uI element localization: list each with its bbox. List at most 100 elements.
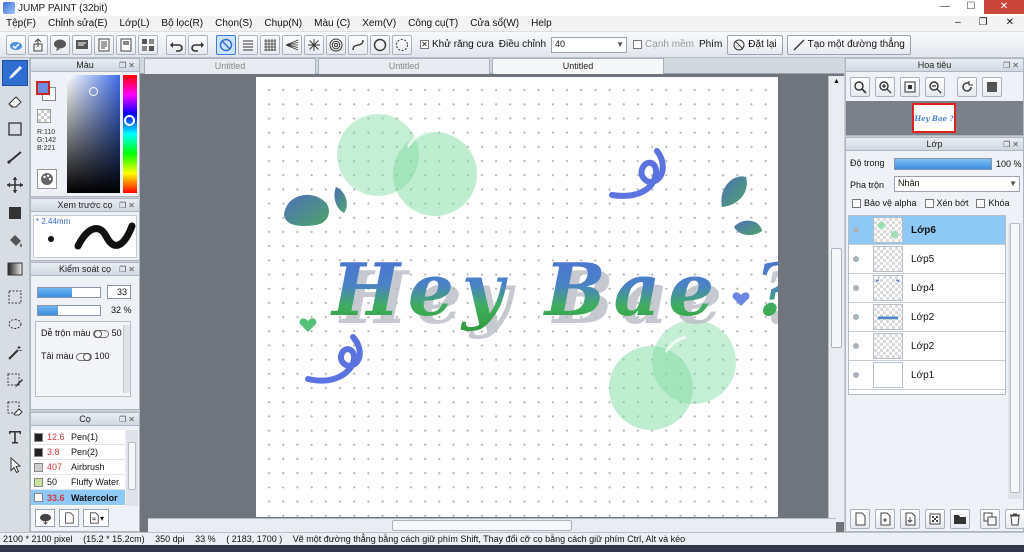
brush-menu-button[interactable]: ▾ <box>83 509 109 527</box>
select-pen-tool[interactable] <box>2 368 28 394</box>
select-rect-tool[interactable] <box>2 116 28 142</box>
layer-folder-button[interactable] <box>950 509 970 529</box>
flip-button[interactable] <box>982 77 1002 97</box>
lock-option[interactable]: Khóa <box>976 198 1010 209</box>
panel-controls-icon[interactable]: ❐✕ <box>119 200 137 212</box>
message-button[interactable] <box>72 34 92 55</box>
layer-list-scrollbar[interactable] <box>1008 223 1022 499</box>
zoom-in-button[interactable] <box>875 77 895 97</box>
delete-layer-button[interactable] <box>1005 509 1024 529</box>
eraser-tool[interactable] <box>2 88 28 114</box>
menu-edit[interactable]: Chỉnh sửa(E) <box>42 18 114 29</box>
brush-item-pen1[interactable]: 12.6 Pen(1) <box>31 430 125 445</box>
panel-controls-icon[interactable]: ❐✕ <box>119 414 137 426</box>
bucket-tool[interactable] <box>2 228 28 254</box>
canvas[interactable]: Hey Bae ? Hey Bae ? <box>256 77 778 517</box>
move-tool[interactable] <box>2 172 28 198</box>
panel-controls-icon[interactable]: ❐✕ <box>1003 60 1021 72</box>
protect-alpha-option[interactable]: Bảo vệ alpha <box>852 198 917 209</box>
protect-alpha-checkbox[interactable] <box>852 199 861 209</box>
merge-layer-button[interactable] <box>900 509 920 529</box>
layer-row[interactable]: Lớp6 <box>849 216 1005 245</box>
palette-button[interactable] <box>37 169 57 189</box>
menu-capture[interactable]: Chụp(N) <box>258 18 308 29</box>
navigator-view[interactable]: Hey Bae ? <box>846 101 1023 135</box>
grid-ruler-button[interactable] <box>260 34 280 55</box>
hue-slider-handle[interactable] <box>124 115 135 126</box>
canvas-vertical-scrollbar[interactable]: ▲ <box>828 76 844 522</box>
navigator-thumbnail[interactable]: Hey Bae ? <box>912 103 956 133</box>
comment-button[interactable] <box>50 34 70 55</box>
panel-controls-icon[interactable]: ❐✕ <box>119 264 137 276</box>
new-layer-button[interactable] <box>850 509 870 529</box>
adjust-dropdown[interactable]: 40 ▼ <box>551 36 628 53</box>
soft-edge-checkbox[interactable] <box>633 39 643 49</box>
document-button[interactable] <box>94 34 114 55</box>
antialias-option[interactable]: ✕ Khử răng cưa <box>420 39 494 50</box>
blend-toggle[interactable] <box>93 329 110 338</box>
curve-ruler-button[interactable] <box>348 34 368 55</box>
reset-button[interactable]: Đặt lại <box>727 34 783 55</box>
maximize-icon[interactable]: ☐ <box>958 0 984 14</box>
brush-item-fluffy-water[interactable]: 50 Fluffy Water <box>31 475 125 490</box>
menu-color[interactable]: Màu (C) <box>308 18 356 29</box>
tab-untitled-1[interactable]: Untitled <box>144 58 316 74</box>
brush-item-watercolor[interactable]: 33.6 Watercolor <box>31 490 125 505</box>
menu-file[interactable]: Tệp(F) <box>0 18 42 29</box>
zoom-out-button[interactable] <box>925 77 945 97</box>
vertical-scroll-thumb[interactable] <box>831 248 842 348</box>
brush-item-airbrush[interactable]: 407 Airbrush <box>31 460 125 475</box>
color-amount-toggle[interactable] <box>76 352 93 361</box>
circle-ruler-button[interactable] <box>392 34 412 55</box>
minimize-icon[interactable]: — <box>932 0 958 14</box>
select-eraser-tool[interactable] <box>2 396 28 422</box>
menu-help[interactable]: Help <box>525 18 558 29</box>
tab-untitled-2[interactable]: Untitled <box>318 58 490 74</box>
brush-new-button[interactable] <box>59 509 79 527</box>
menu-filter[interactable]: Bộ lọc(R) <box>155 18 209 29</box>
layer-mask-button[interactable] <box>925 509 945 529</box>
radial-ruler-button[interactable] <box>304 34 324 55</box>
text-tool[interactable] <box>2 424 28 450</box>
menu-layer[interactable]: Lớp(L) <box>114 18 156 29</box>
line-brush-tool[interactable] <box>2 144 28 170</box>
panel-controls-icon[interactable]: ❐✕ <box>119 60 137 72</box>
brush-item-pen2[interactable]: 3.8 Pen(2) <box>31 445 125 460</box>
rotate-button[interactable] <box>957 77 977 97</box>
magic-wand-tool[interactable] <box>2 340 28 366</box>
menu-view[interactable]: Xem(V) <box>356 18 402 29</box>
duplicate-layer-button[interactable] <box>980 509 1000 529</box>
straight-line-button[interactable]: Tạo một đường thẳng <box>786 34 911 55</box>
fill-rect-tool[interactable] <box>2 200 28 226</box>
brush-size-value[interactable]: 33 <box>107 285 131 299</box>
gradient-tool[interactable] <box>2 256 28 282</box>
layer-visibility-icon[interactable] <box>849 303 863 332</box>
sv-picker-handle[interactable] <box>89 87 98 96</box>
grid-layout-button[interactable] <box>138 34 158 55</box>
marquee-tool[interactable] <box>2 284 28 310</box>
lasso-tool[interactable] <box>2 312 28 338</box>
layer-opacity-slider[interactable] <box>894 158 992 170</box>
concentric-ruler-button[interactable] <box>326 34 346 55</box>
brush-download-button[interactable] <box>35 509 55 527</box>
operation-tool[interactable] <box>2 452 28 478</box>
layer-visibility-icon[interactable] <box>849 274 863 303</box>
layer-visibility-icon[interactable] <box>849 361 863 390</box>
menu-select[interactable]: Chọn(S) <box>209 18 258 29</box>
mdi-close-icon[interactable]: ✕ <box>1000 17 1020 28</box>
hue-slider[interactable] <box>123 75 137 193</box>
tab-untitled-3[interactable]: Untitled <box>492 58 664 74</box>
layer-row[interactable]: Lớp2 <box>849 332 1005 361</box>
undo-button[interactable] <box>166 34 186 55</box>
layer-row[interactable]: Lớp4 <box>849 274 1005 303</box>
cloud-button[interactable] <box>6 34 26 55</box>
layer-visibility-icon[interactable] <box>849 245 863 274</box>
redo-button[interactable] <box>188 34 208 55</box>
clip-option[interactable]: Xén bớt <box>924 198 968 209</box>
layer-row[interactable]: Lớp5 <box>849 245 1005 274</box>
perspective-ruler-button[interactable] <box>282 34 302 55</box>
parallel-ruler-button[interactable] <box>238 34 258 55</box>
clip-checkbox[interactable] <box>924 199 934 209</box>
page-button[interactable] <box>116 34 136 55</box>
ellipse-ruler-button[interactable] <box>370 34 390 55</box>
